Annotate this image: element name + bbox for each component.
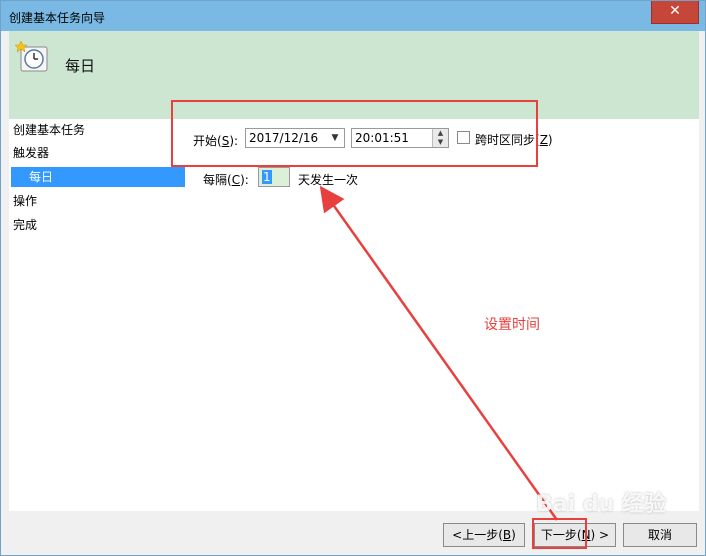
nav-item-daily[interactable]: 每日	[11, 167, 185, 187]
clock-icon	[15, 40, 48, 72]
annotation-text: 设置时间	[484, 317, 540, 333]
wizard-content: 创建基本任务 触发器 每日 操作 完成 开始(S): 2017/12/16 ▼ …	[9, 119, 699, 511]
nav-item-create-task[interactable]: 创建基本任务	[13, 120, 85, 140]
task-wizard-window: 创建基本任务向导 ✕ 每日 创建基本任务 触发器 每日 操作 完成 开始(S):…	[0, 0, 706, 556]
nav-item-finish[interactable]: 完成	[13, 215, 37, 235]
page-heading: 每日	[65, 57, 96, 75]
watermark-logo: Bai du 经验	[536, 492, 666, 517]
interval-label: 每隔(C):	[203, 173, 249, 187]
nav-item-trigger[interactable]: 触发器	[13, 143, 49, 163]
wizard-nav: 创建基本任务 触发器 每日 操作 完成	[9, 119, 185, 511]
annotation-highlight-next	[532, 518, 587, 549]
interval-input[interactable]: 1	[258, 167, 290, 187]
nav-item-action[interactable]: 操作	[13, 191, 37, 211]
window-title: 创建基本任务向导	[9, 11, 106, 25]
interval-value: 1	[262, 170, 272, 184]
interval-suffix: 天发生一次	[298, 173, 359, 187]
close-icon: ✕	[669, 3, 681, 19]
back-button[interactable]: <上一步(B)	[443, 523, 525, 547]
cancel-button[interactable]: 取消	[623, 523, 697, 547]
close-button[interactable]: ✕	[651, 1, 699, 24]
trigger-form: 开始(S): 2017/12/16 ▼ 20:01:51 ▲ ▼ 跨时区同步(Z…	[185, 119, 699, 511]
title-bar[interactable]: 创建基本任务向导 ✕	[1, 1, 705, 31]
annotation-highlight-start	[171, 100, 538, 167]
